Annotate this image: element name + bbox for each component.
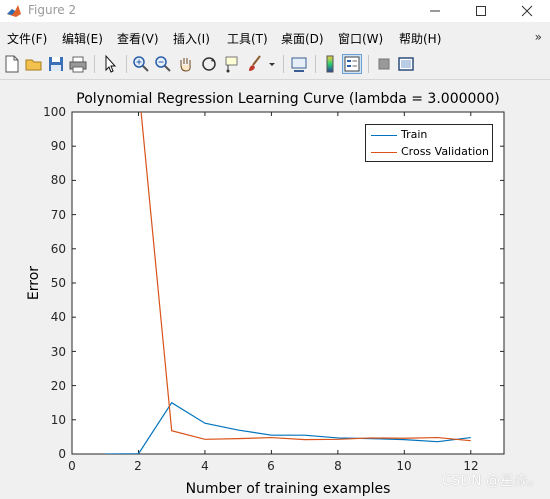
- x-axis-label: Number of training examples: [185, 481, 391, 497]
- legend-label-train: Train: [401, 128, 428, 141]
- menu-window[interactable]: 窗口(W): [338, 30, 383, 47]
- watermark: CSDN @星焱。: [441, 473, 542, 489]
- show-plot-tools-icon: [398, 57, 414, 71]
- pan-button[interactable]: [176, 54, 196, 74]
- print-button[interactable]: [68, 54, 88, 74]
- brush-icon: [249, 55, 261, 71]
- maximize-button[interactable]: [458, 0, 504, 22]
- x-tick-label: 0: [68, 459, 76, 473]
- y-tick-label: 70: [50, 208, 66, 222]
- insert-legend-button[interactable]: [342, 54, 362, 74]
- toolbar-separator: [94, 55, 95, 73]
- x-tick-label: 8: [334, 459, 342, 473]
- data-cursor-icon: [225, 56, 238, 73]
- matlab-logo-icon: [6, 3, 22, 19]
- menu-edit[interactable]: 编辑(E): [62, 30, 103, 47]
- x-tick-label: 4: [201, 459, 209, 473]
- window-title: Figure 2: [28, 3, 77, 17]
- chevron-down-icon: [269, 63, 275, 66]
- toolbar-separator: [126, 55, 127, 73]
- x-tick-label: 2: [134, 459, 142, 473]
- x-tick-label: 6: [267, 459, 275, 473]
- menu-overflow-button[interactable]: »: [535, 30, 542, 44]
- zoom-in-icon: [133, 56, 149, 72]
- minimize-button[interactable]: [412, 0, 458, 22]
- menu-desktop[interactable]: 桌面(D): [281, 30, 324, 47]
- menu-view[interactable]: 查看(V): [117, 30, 159, 47]
- new-figure-icon: [5, 55, 19, 73]
- close-button[interactable]: [504, 0, 550, 22]
- y-axis-label: Error: [26, 265, 42, 301]
- figure-toolbar: [0, 51, 550, 80]
- close-icon: [521, 5, 533, 17]
- toolbar-separator: [368, 55, 369, 73]
- menu-insert[interactable]: 插入(I): [173, 30, 210, 47]
- axes-box[interactable]: [71, 111, 505, 455]
- y-tick-label: 80: [50, 173, 66, 187]
- legend-icon: [344, 56, 360, 72]
- zoom-out-button[interactable]: [153, 54, 173, 74]
- rotate-3d-icon: [202, 57, 216, 71]
- show-plot-tools-button[interactable]: [396, 54, 416, 74]
- pointer-icon: [105, 54, 117, 73]
- save-icon: [49, 57, 63, 71]
- y-tick-label: 50: [50, 276, 66, 290]
- menu-help[interactable]: 帮助(H): [399, 30, 441, 47]
- toolbar-separator: [283, 55, 284, 73]
- minimize-icon: [430, 10, 440, 12]
- title-bar: Figure 2: [0, 0, 550, 22]
- legend-swatch-train: [371, 135, 397, 136]
- pan-icon: [180, 58, 191, 72]
- print-icon: [69, 56, 87, 73]
- new-figure-button[interactable]: [2, 54, 22, 74]
- zoom-in-button[interactable]: [131, 54, 151, 74]
- menu-tools[interactable]: 工具(T): [227, 30, 268, 47]
- open-button[interactable]: [24, 54, 44, 74]
- y-tick-label: 60: [50, 242, 66, 256]
- y-tick-label: 100: [43, 105, 66, 119]
- save-button[interactable]: [46, 54, 66, 74]
- menu-bar: 文件(F) 编辑(E) 查看(V) 插入(I) 工具(T) 桌面(D) 窗口(W…: [0, 27, 550, 49]
- y-tick-label: 20: [50, 379, 66, 393]
- y-tick-label: 90: [50, 139, 66, 153]
- y-tick-label: 40: [50, 310, 66, 324]
- legend-label-cross-validation: Cross Validation: [401, 145, 489, 158]
- edit-plot-button[interactable]: [100, 54, 120, 74]
- legend[interactable]: Train Cross Validation: [365, 124, 493, 162]
- hide-plot-tools-button[interactable]: [374, 54, 394, 74]
- x-tick-label: 10: [396, 459, 412, 473]
- link-plot-icon: [291, 57, 307, 72]
- link-plot-button[interactable]: [289, 54, 309, 74]
- data-cursor-button[interactable]: [222, 54, 242, 74]
- colorbar-icon: [326, 55, 334, 73]
- brush-button[interactable]: [245, 54, 265, 74]
- hide-plot-tools-icon: [378, 58, 390, 70]
- legend-swatch-cross-validation: [371, 152, 397, 153]
- y-tick-label: 10: [50, 413, 66, 427]
- toolbar-separator: [315, 55, 316, 73]
- y-tick-label: 30: [50, 345, 66, 359]
- rotate-3d-button[interactable]: [199, 54, 219, 74]
- insert-colorbar-button[interactable]: [320, 54, 340, 74]
- brush-dropdown-button[interactable]: [266, 54, 278, 74]
- maximize-icon: [476, 6, 486, 16]
- open-icon: [25, 59, 42, 71]
- menu-file[interactable]: 文件(F): [7, 30, 47, 47]
- zoom-out-icon: [155, 56, 171, 72]
- chart-title: Polynomial Regression Learning Curve (la…: [76, 91, 500, 107]
